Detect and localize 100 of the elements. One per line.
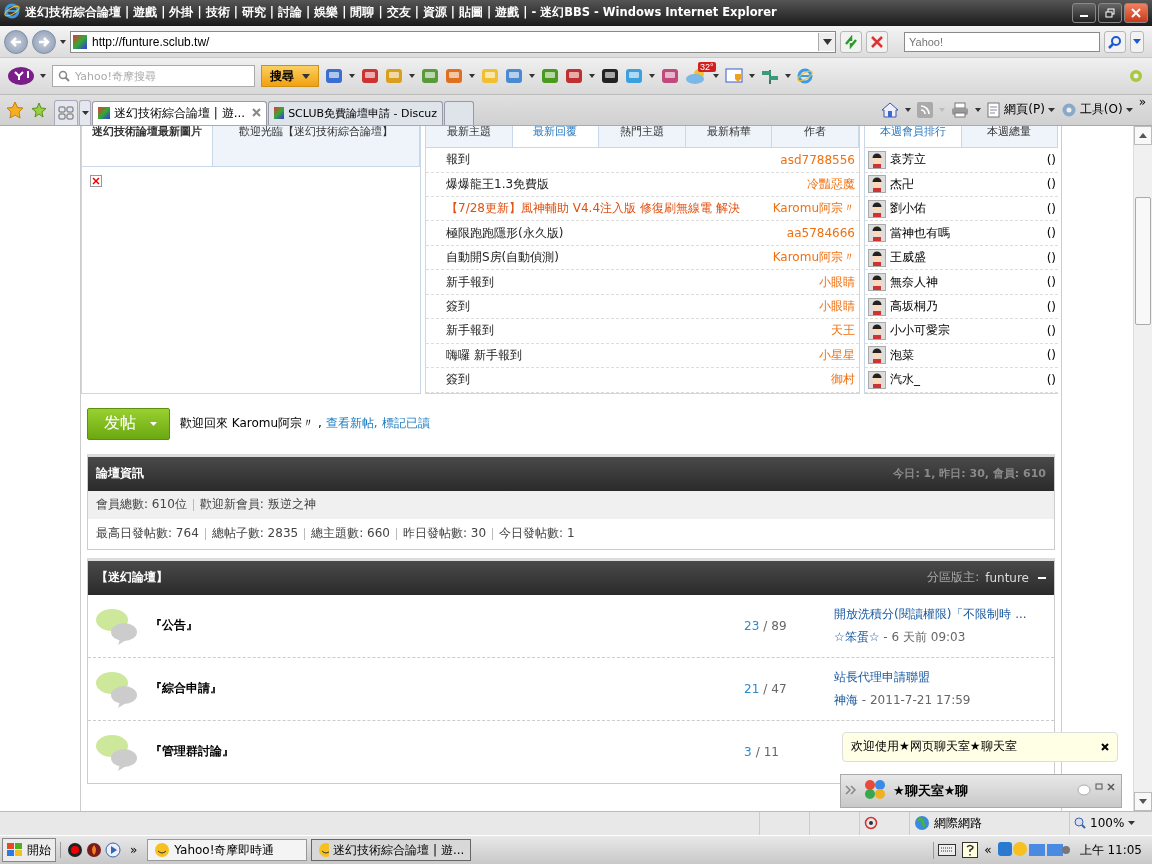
home-icon[interactable] [881, 101, 900, 118]
panel-tab[interactable]: 熱門主題 [599, 125, 686, 148]
thread-link[interactable]: 簽到 [446, 298, 819, 316]
add-favorite-icon[interactable] [30, 100, 48, 119]
panel-tab[interactable]: 迷幻技術論壇最新圖片 [82, 125, 213, 166]
cloud-icon[interactable] [685, 68, 707, 85]
welcome-link[interactable]: 查看新帖, [325, 415, 378, 433]
search-button[interactable]: 搜尋 [261, 65, 319, 88]
panel-tab[interactable]: 作者 [772, 125, 859, 148]
browser-tab[interactable]: SCLUB免費論壇申請 - Discuz [268, 100, 443, 125]
moderator-link[interactable]: funture [985, 570, 1029, 585]
caret-icon[interactable] [409, 74, 415, 79]
play-icon[interactable] [105, 842, 121, 859]
thread-link[interactable]: 自動開S房(自動偵測) [446, 249, 773, 267]
panel-tab[interactable]: 本週會員排行 [865, 125, 962, 148]
browser-logo-icon[interactable] [797, 68, 813, 85]
member-name[interactable]: 泡菜 [890, 346, 1043, 364]
tab-list-button[interactable] [79, 99, 91, 125]
record-icon[interactable] [67, 842, 83, 859]
panel-tab[interactable]: 最新主題 [426, 125, 513, 148]
quick-launch-more-button[interactable]: » [130, 843, 138, 858]
member-name[interactable]: 小小可愛宗 [890, 322, 1043, 340]
search-icon[interactable] [1104, 30, 1126, 53]
caret-icon[interactable] [529, 74, 535, 79]
scroll-up-icon[interactable] [1139, 132, 1147, 138]
tray-expand-button[interactable]: « [984, 843, 992, 858]
privacy-icon[interactable] [864, 816, 878, 831]
shield-window-icon[interactable] [725, 68, 743, 85]
forum-name[interactable]: 『綜合申請』 [150, 680, 744, 698]
panel-tab[interactable]: 最新精華 [685, 125, 773, 148]
back-button[interactable] [4, 29, 28, 54]
forum-name[interactable]: 『管理群討論』 [150, 743, 744, 761]
welcome-link[interactable]: 標記已讀 [381, 415, 430, 433]
thread-link[interactable]: 【7/28更新】風神輔助 V4.4注入版 修復刷無線電 解決 [446, 200, 773, 218]
panel-tab[interactable]: 本週總量 [961, 125, 1058, 148]
welcome-text: 歡迎回來 Karomu阿宗〃 , [180, 415, 322, 433]
scrollbar[interactable] [1133, 125, 1152, 811]
star-icon[interactable] [6, 100, 24, 119]
thread-link[interactable]: 新手報到 [446, 322, 831, 340]
caret-icon[interactable] [1130, 30, 1144, 53]
browser-tab[interactable]: 迷幻技術綜合論壇 | 遊... [92, 100, 267, 125]
caret-icon[interactable] [713, 74, 719, 79]
member-name[interactable]: 高坂桐乃 [890, 298, 1043, 316]
thread-link[interactable]: 新手報到 [446, 273, 819, 291]
thread-link[interactable]: 極限跑跑隱形(永久版) [446, 224, 787, 242]
thread-link[interactable]: 嗨囉 新手報到 [446, 346, 819, 364]
last-post-author[interactable]: ☆笨蛋☆ [834, 629, 880, 644]
start-button[interactable]: 開始 [2, 838, 56, 863]
minimize-button[interactable] [1072, 2, 1096, 23]
caret-icon[interactable] [975, 107, 982, 112]
member-name[interactable]: 當神也有嗎 [890, 224, 1043, 242]
scroll-thumb[interactable] [1135, 196, 1151, 325]
caret-icon[interactable] [589, 74, 595, 79]
caret-icon[interactable] [40, 74, 46, 79]
forum-name[interactable]: 『公告』 [150, 617, 744, 635]
address-field[interactable]: http://funture.sclub.tw/ [70, 30, 836, 53]
last-post-link[interactable]: 開放洗積分(閱讀權限)「不限制時 ... [834, 605, 1054, 623]
tray-icons[interactable] [997, 842, 1070, 859]
taskbar-button[interactable]: Yahoo!奇摩即時通 [147, 839, 308, 862]
thread-link[interactable]: 簽到 [446, 371, 831, 389]
yahoo-logo-icon[interactable] [8, 67, 34, 86]
restore-button[interactable] [1098, 2, 1122, 23]
keyboard-icon[interactable] [938, 844, 957, 857]
last-post-author[interactable]: 神海 [834, 692, 858, 707]
refresh-icon[interactable] [840, 30, 862, 53]
member-name[interactable]: 汽水_ [890, 371, 1043, 389]
page-menu[interactable]: 網頁(P) [987, 101, 1055, 119]
signpost-icon[interactable] [761, 68, 779, 85]
zone-text: 網際網路 [934, 814, 982, 832]
search-field[interactable]: Yahoo! [904, 31, 1100, 52]
caret-icon [939, 107, 946, 112]
member-name[interactable]: 杰卍 [890, 175, 1043, 193]
member-name[interactable]: 劉小佑 [890, 200, 1043, 218]
thread-link[interactable]: 爆爆龍王1.3免費版 [446, 175, 807, 193]
tools-menu[interactable]: 工具(O) [1060, 101, 1133, 119]
member-name[interactable]: 袁芳立 [890, 151, 1043, 169]
close-icon[interactable] [1101, 742, 1109, 751]
caret-icon[interactable] [349, 74, 355, 79]
chat-bar[interactable]: ★聊天室★聊 [840, 773, 1122, 808]
caret-icon[interactable] [60, 39, 66, 44]
more-commands-button[interactable]: » [1138, 94, 1146, 109]
thread-link[interactable]: 報到 [446, 151, 781, 169]
panel-tab[interactable]: 最新回覆 [512, 125, 600, 148]
printer-icon[interactable] [951, 101, 970, 118]
dropdown-icon[interactable] [818, 32, 835, 51]
caret-icon[interactable] [905, 107, 912, 112]
help-icon[interactable] [962, 842, 979, 859]
taskbar-button[interactable]: 迷幻技術綜合論壇 | 遊... [311, 839, 472, 862]
member-name[interactable]: 王威盛 [890, 249, 1043, 267]
collapse-icon[interactable] [1038, 576, 1046, 579]
member-name[interactable]: 無奈人神 [890, 273, 1043, 291]
close-button[interactable] [1124, 2, 1148, 23]
stop-icon[interactable] [866, 30, 888, 53]
caret-icon[interactable] [749, 74, 755, 79]
caret-icon[interactable] [649, 74, 655, 79]
scroll-down-icon[interactable] [1139, 798, 1147, 804]
caret-icon[interactable] [785, 74, 791, 79]
caret-icon[interactable] [469, 74, 475, 79]
last-post-link[interactable]: 站長代理申請聯盟 [834, 668, 1054, 686]
smiley-icon [154, 842, 171, 859]
